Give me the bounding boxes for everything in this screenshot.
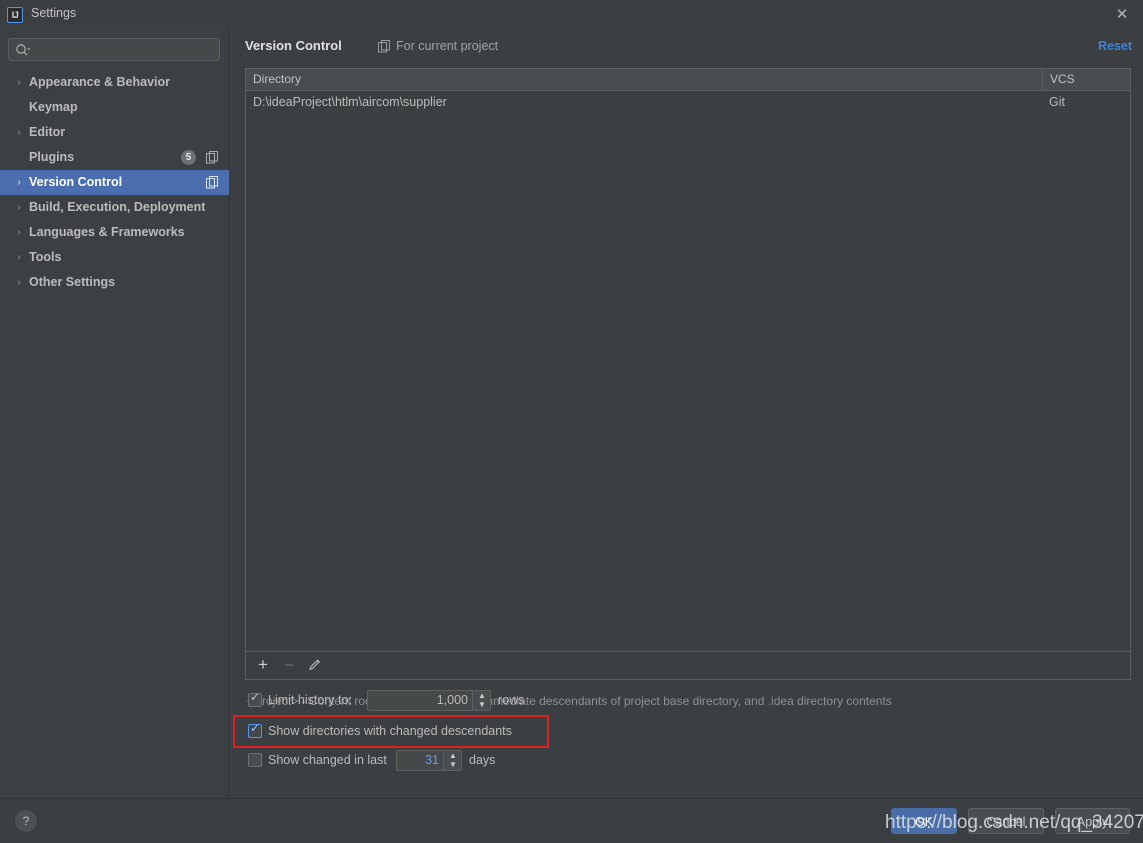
table-row[interactable]: D:\ideaProject\htlm\aircom\supplier Git	[246, 91, 1130, 114]
chevron-right-icon[interactable]: ›	[13, 220, 25, 245]
settings-dialog: IJ Settings ✕ › Appearance & Behavior Keym…	[0, 0, 1143, 843]
settings-sidebar: › Appearance & Behavior Keymap › Editor Plugi…	[0, 29, 229, 798]
sidebar-item-languages-frameworks[interactable]: › Languages & Frameworks	[0, 220, 229, 245]
chevron-right-icon[interactable]: ›	[13, 195, 25, 220]
limit-history-unit: rows	[498, 693, 525, 707]
edit-pencil-icon[interactable]	[302, 652, 328, 678]
sidebar-item-tools[interactable]: › Tools	[0, 245, 229, 270]
limit-history-stepper[interactable]: 1,000 ▲ ▼	[367, 690, 491, 711]
sidebar-item-label: Build, Execution, Deployment	[29, 200, 206, 214]
sidebar-item-label: Other Settings	[29, 275, 116, 289]
days-value: 31	[425, 753, 439, 767]
days-stepper[interactable]: 31 ▲ ▼	[396, 750, 462, 771]
search-icon	[15, 43, 31, 57]
show-directories-checkbox[interactable]	[248, 721, 262, 738]
limit-history-stepper-arrows[interactable]: ▲ ▼	[472, 691, 490, 710]
window-title: Settings	[31, 6, 77, 20]
sidebar-item-label: Languages & Frameworks	[29, 225, 185, 239]
show-changed-in-last-checkbox[interactable]	[248, 753, 262, 767]
chevron-right-icon[interactable]: ›	[13, 170, 25, 195]
table-header-row: Directory VCS	[246, 69, 1130, 91]
sidebar-item-label: Keymap	[29, 100, 78, 114]
help-icon[interactable]: ?	[15, 810, 37, 832]
title-bar: IJ Settings ✕	[0, 0, 1143, 29]
close-icon[interactable]: ✕	[1111, 5, 1133, 25]
apply-button[interactable]: Apply	[1055, 808, 1130, 834]
sidebar-item-appearance-behavior[interactable]: › Appearance & Behavior	[0, 70, 229, 95]
sidebar-item-label: Plugins	[29, 150, 75, 164]
sidebar-item-label: Editor	[29, 125, 66, 139]
column-header-directory[interactable]: Directory	[246, 69, 1042, 90]
cell-directory: D:\ideaProject\htlm\aircom\supplier	[253, 95, 447, 109]
page-title: Version Control	[245, 38, 342, 53]
sidebar-item-keymap[interactable]: Keymap	[0, 95, 229, 120]
copy-settings-icon[interactable]	[206, 176, 219, 189]
stepper-down-icon[interactable]: ▼	[444, 760, 462, 769]
sidebar-item-build-execution-deployment[interactable]: › Build, Execution, Deployment	[0, 195, 229, 220]
cell-vcs: Git	[1049, 95, 1065, 109]
days-unit: days	[469, 753, 496, 767]
dialog-footer: ? OK Cancel Apply	[0, 798, 1143, 843]
sidebar-item-label: Tools	[29, 250, 62, 264]
column-header-vcs[interactable]: VCS	[1042, 69, 1130, 90]
sidebar-item-label: Version Control	[29, 175, 123, 189]
chevron-right-icon[interactable]: ›	[13, 245, 25, 270]
sidebar-item-plugins[interactable]: Plugins 5	[0, 145, 229, 170]
stepper-up-icon[interactable]: ▲	[473, 691, 491, 700]
search-input[interactable]	[35, 39, 217, 60]
show-directories-label: Show directories with changed descendant…	[268, 724, 512, 738]
chevron-right-icon[interactable]: ›	[13, 120, 25, 145]
copy-scope-icon	[378, 40, 391, 53]
show-changed-in-last-label: Show changed in last	[268, 753, 387, 767]
sidebar-item-editor[interactable]: › Editor	[0, 120, 229, 145]
chevron-right-icon[interactable]: ›	[13, 270, 25, 295]
version-control-panel: Version Control For current project Rese…	[230, 29, 1143, 798]
stepper-up-icon[interactable]: ▲	[444, 751, 462, 760]
limit-history-checkbox[interactable]	[248, 690, 262, 707]
minus-icon[interactable]: –	[276, 652, 302, 678]
chevron-right-icon[interactable]: ›	[13, 70, 25, 95]
reset-link[interactable]: Reset	[1098, 39, 1132, 53]
plus-icon[interactable]: +	[250, 652, 276, 678]
stepper-down-icon[interactable]: ▼	[473, 700, 491, 709]
cancel-button[interactable]: Cancel	[968, 808, 1044, 834]
sidebar-item-version-control[interactable]: › Version Control	[0, 170, 229, 195]
search-box[interactable]	[8, 38, 220, 61]
vcs-directory-table: Directory VCS D:\ideaProject\htlm\aircom…	[245, 68, 1131, 652]
limit-history-row: Limit history to: 1,000 ▲ ▼ rows	[248, 689, 568, 713]
days-stepper-arrows[interactable]: ▲ ▼	[443, 751, 461, 770]
copy-settings-icon[interactable]	[206, 151, 219, 164]
search-container	[8, 38, 220, 61]
status-badge: 5	[181, 150, 196, 165]
ok-button[interactable]: OK	[891, 808, 957, 834]
show-directories-row: Show directories with changed descendant…	[248, 720, 548, 744]
table-toolbar: + –	[245, 652, 1131, 680]
limit-history-label: Limit history to:	[268, 693, 353, 707]
show-changed-in-last-row: Show changed in last 31 ▲ ▼ days	[248, 749, 548, 773]
sidebar-item-label: Appearance & Behavior	[29, 75, 171, 89]
scope-label: For current project	[396, 39, 499, 53]
limit-history-value: 1,000	[436, 693, 468, 707]
sidebar-item-other-settings[interactable]: › Other Settings	[0, 270, 229, 295]
intellij-idea-icon: IJ	[7, 7, 23, 23]
